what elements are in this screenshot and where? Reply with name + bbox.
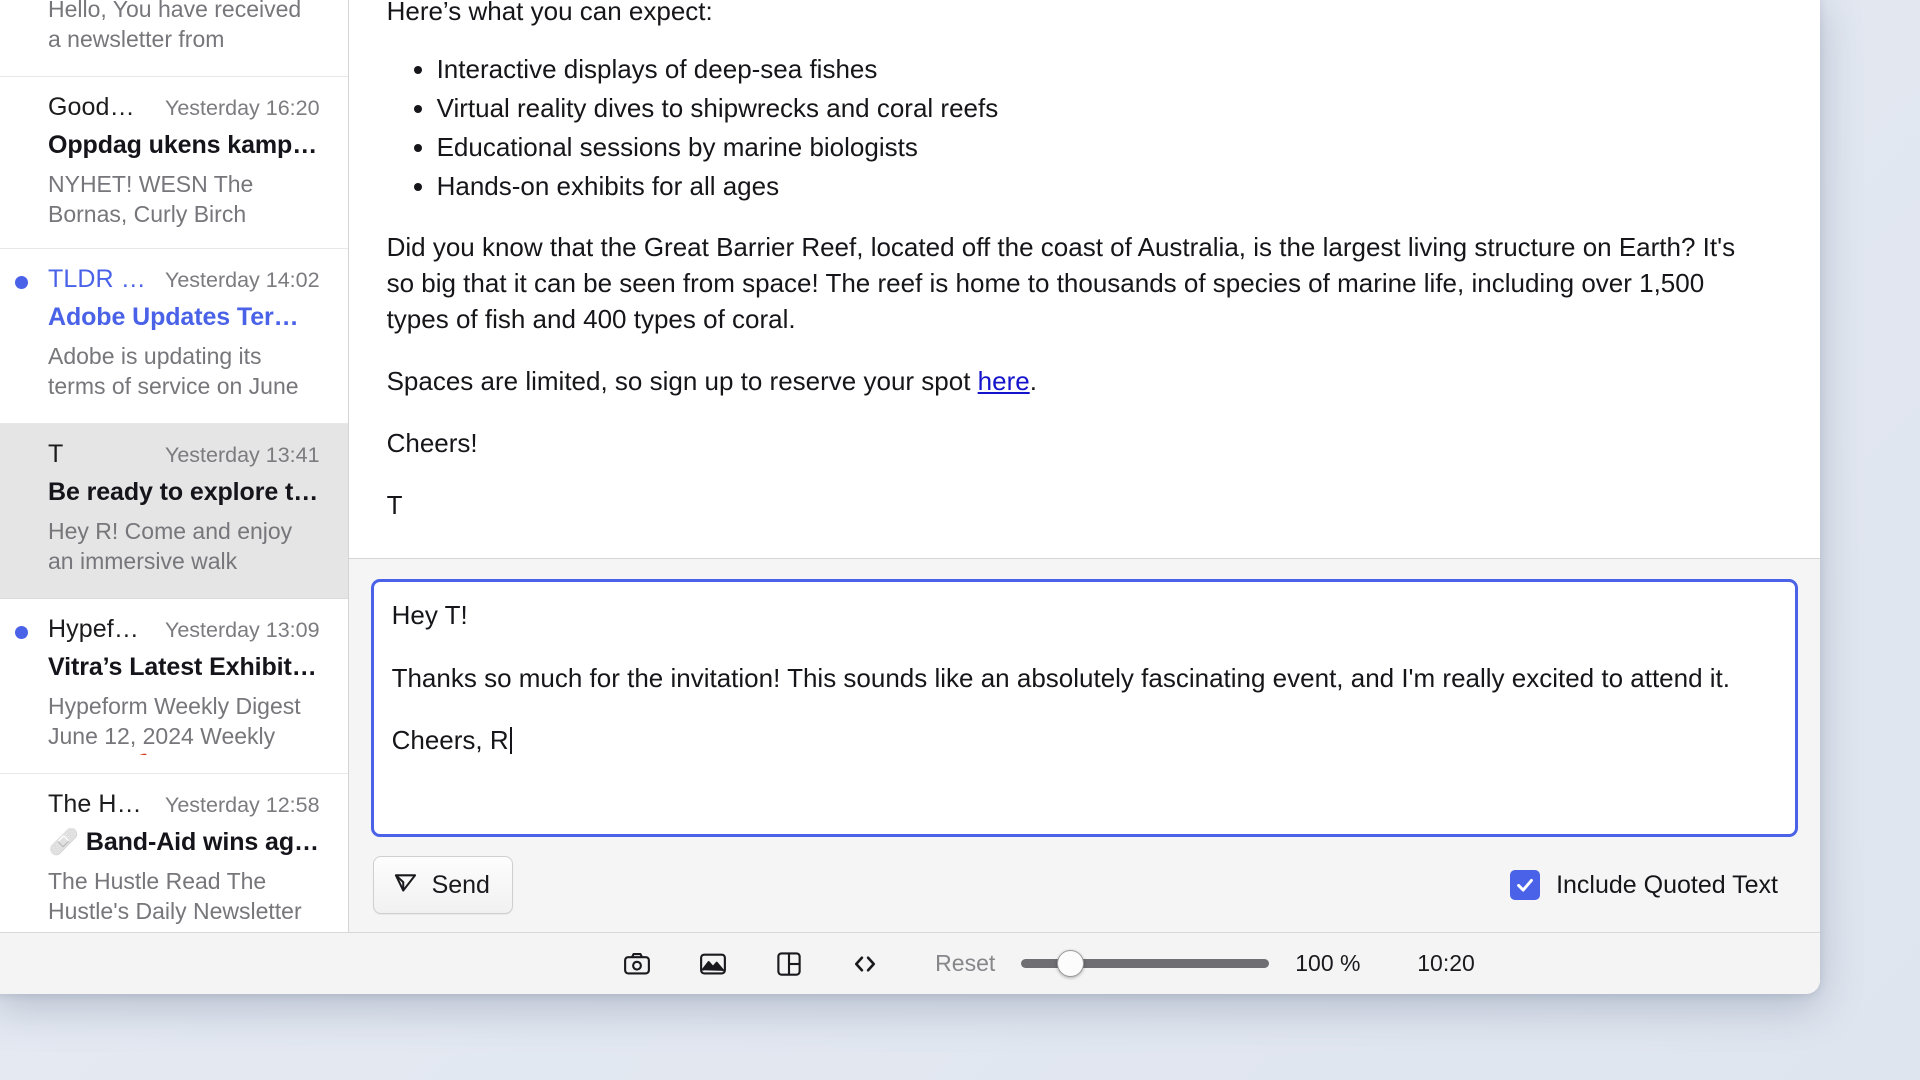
message-sender: The Hustle: [48, 789, 147, 818]
code-brackets-icon[interactable]: [847, 947, 883, 981]
email-bullet-list: Interactive displays of deep-sea fishes …: [437, 52, 1764, 205]
main-panes: Hello, You have received a newsletter fr…: [0, 0, 1820, 932]
list-item: Hands-on exhibits for all ages: [437, 169, 1764, 205]
message-sender: TLDR Design: [48, 264, 147, 293]
message-header: Hypeform Yesterday 13:09: [48, 615, 320, 644]
list-item: Interactive displays of deep-sea fishes: [437, 52, 1764, 88]
reply-line-2: Thanks so much for the invitation! This …: [391, 662, 1731, 693]
email-body: Here’s what you can expect: Interactive …: [349, 0, 1820, 558]
zoom-slider[interactable]: [1021, 947, 1270, 981]
email-paragraph: Did you know that the Great Barrier Reef…: [386, 232, 1736, 335]
checkbox-checked-icon: [1510, 870, 1541, 900]
clock-label: 10:20: [1417, 950, 1475, 976]
desktop-background: Hello, You have received a newsletter fr…: [0, 0, 1920, 1080]
email-cta-paragraph: Spaces are limited, so sign up to reserv…: [387, 364, 1764, 400]
message-date: Yesterday 12:58: [164, 792, 320, 817]
message-date: Yesterday 14:02: [164, 267, 320, 292]
message-list[interactable]: Hello, You have received a newsletter fr…: [0, 0, 349, 932]
message-preview: Hypeform Weekly Digest June 12, 2024 Wee…: [48, 692, 301, 755]
list-item[interactable]: Goodnotes.no Yesterday 16:20 Oppdag uken…: [0, 77, 348, 249]
message-preview: Hey R! Come and enjoy an immersive walk …: [48, 517, 295, 580]
text-cursor: [509, 727, 512, 755]
cta-prefix: Spaces are limited, so sign up to reserv…: [386, 366, 978, 396]
list-item: Educational sessions by marine biologist…: [437, 130, 1764, 166]
email-signature: T: [386, 489, 403, 520]
message-date: Yesterday 16:20: [164, 96, 320, 120]
message-subject: Vitra’s Latest Exhibition Is Space Age H…: [48, 652, 320, 681]
reply-textarea[interactable]: Hey T! Thanks so much for the invitation…: [370, 579, 1798, 837]
signup-link[interactable]: here: [978, 366, 1030, 396]
message-header: TLDR Design Yesterday 14:02: [48, 265, 320, 294]
image-icon[interactable]: [695, 947, 731, 981]
message-preview: Hello, You have received a newsletter fr…: [48, 0, 302, 58]
reset-button[interactable]: Reset: [935, 950, 995, 977]
list-item[interactable]: Hello, You have received a newsletter fr…: [0, 0, 348, 77]
message-preview: Adobe is updating its terms of service o…: [48, 342, 299, 405]
reply-line-3-text: Cheers, R: [391, 725, 509, 756]
message-preview: NYHET! WESN The Bornas, Curly Birch: [48, 171, 254, 228]
email-closing: Cheers!: [386, 427, 478, 458]
message-sender: Hypeform: [48, 614, 147, 643]
message-date: Yesterday 13:41: [164, 442, 320, 467]
send-button-label: Send: [431, 870, 490, 899]
message-subject: 🩹 Band-Aid wins again: [48, 827, 320, 856]
send-button[interactable]: Send: [372, 856, 513, 914]
message-sender: T: [48, 439, 64, 468]
toolbar-icon-group: [619, 947, 883, 981]
message-subject: Oppdag ukens kampanjer + Gratis frakt!: [48, 131, 320, 159]
reply-line-1: Hey T!: [391, 600, 468, 630]
include-quoted-text-checkbox[interactable]: Include Quoted Text: [1510, 870, 1796, 900]
message-date: Yesterday 13:09: [164, 617, 320, 642]
include-quoted-text-label: Include Quoted Text: [1556, 870, 1778, 899]
list-item[interactable]: TLDR Design Yesterday 14:02 Adobe Update…: [0, 248, 348, 424]
message-preview: The Hustle Read The Hustle's Daily Newsl…: [48, 867, 302, 930]
split-panel-icon[interactable]: [771, 947, 807, 981]
reply-line-3: Cheers, R: [392, 723, 1777, 758]
zoom-level-label: 100 %: [1295, 950, 1361, 976]
list-item[interactable]: Hypeform Yesterday 13:09 Vitra’s Latest …: [0, 598, 348, 774]
list-item: Virtual reality dives to shipwrecks and …: [437, 91, 1764, 127]
camera-icon[interactable]: [619, 947, 655, 981]
email-intro: Here’s what you can expect:: [386, 0, 713, 26]
message-header: The Hustle Yesterday 12:58: [48, 790, 320, 819]
message-subject: Adobe Updates Terms 📝, iOS Customize Hom…: [48, 302, 320, 331]
list-item-selected[interactable]: T Yesterday 13:41 Be ready to explore th…: [0, 423, 348, 599]
compose-actions: Send Include Quoted Text: [371, 856, 1798, 914]
list-item[interactable]: The Hustle Yesterday 12:58 🩹 Band-Aid wi…: [0, 773, 348, 932]
message-header: T Yesterday 13:41: [48, 440, 320, 469]
mail-app-window: Hello, You have received a newsletter fr…: [0, 0, 1820, 994]
cta-suffix: .: [1029, 366, 1037, 396]
zoom-slider-handle[interactable]: [1057, 950, 1085, 977]
message-header: Goodnotes.no Yesterday 16:20: [48, 93, 320, 122]
message-sender: Goodnotes.no: [48, 93, 147, 121]
reading-pane: Here’s what you can expect: Interactive …: [348, 0, 1820, 932]
unread-dot-icon: [15, 275, 28, 289]
compose-area: Hey T! Thanks so much for the invitation…: [348, 558, 1820, 932]
unread-dot-icon: [15, 625, 28, 639]
bottom-toolbar: Reset 100 % 10:20: [0, 932, 1820, 994]
send-paper-plane-icon: [392, 868, 419, 902]
message-subject: Be ready to explore the world of underwa…: [48, 477, 320, 506]
